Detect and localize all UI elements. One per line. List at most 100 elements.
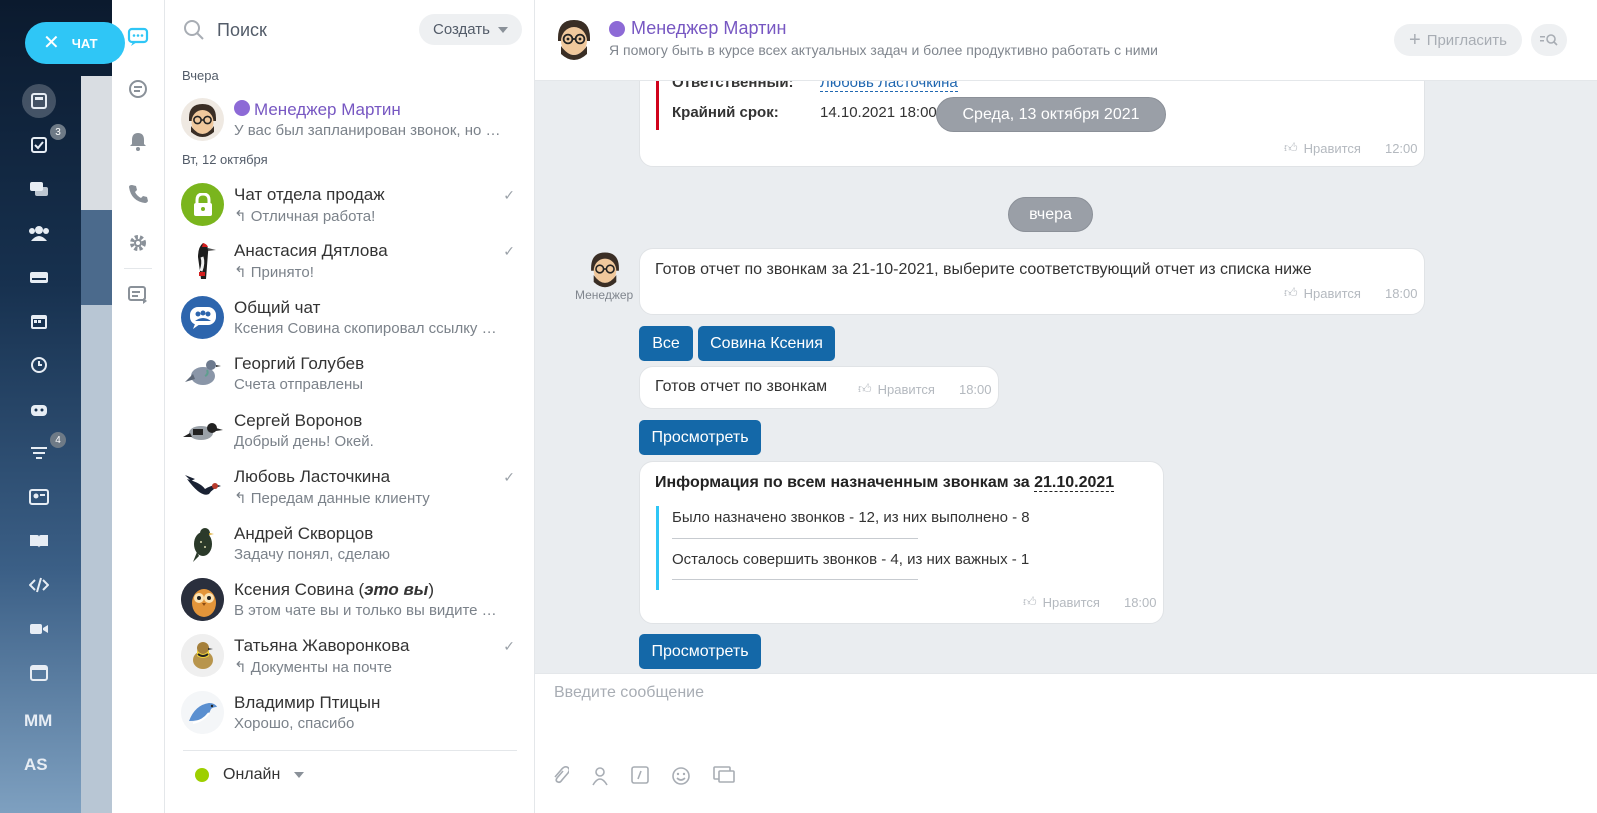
chat-item-anastasia[interactable]: Анастасия Дятлова ↰ Принято! ✓ [165,233,535,289]
sidebar-calendar-icon[interactable] [22,304,56,338]
chat-item-general[interactable]: Общий чат Ксения Совина скопировал ссылк… [165,290,535,346]
close-chat-button[interactable]: ✕ ЧАТ [25,22,125,64]
chat-item-georgiy[interactable]: Георгий Голубев Счета отправлены [165,346,535,402]
chat-item-lyubov[interactable]: Любовь Ласточкина ↰ Передам данные клиен… [165,459,535,515]
sidebar-tasks-icon[interactable]: 3 [22,124,66,162]
sidebar-drive-icon[interactable] [22,260,56,294]
paperclip-icon[interactable] [551,766,571,791]
like-button[interactable]: Нравится [1304,286,1361,301]
like-icon[interactable]: 👍︎ [1023,594,1037,610]
openlines-icon[interactable] [125,76,151,102]
settings-gear-icon[interactable] [125,230,151,256]
screen-share-icon[interactable] [713,766,735,791]
sidebar-code-icon[interactable] [22,568,56,602]
create-button[interactable]: Создать [419,14,522,45]
sidebar-robot-icon[interactable] [22,392,56,426]
like-button[interactable]: Нравится [1043,595,1100,610]
tasks-count-badge: 3 [50,124,66,140]
bot-icon [609,20,625,37]
chat-item-name: Общий чат [234,298,321,317]
chat-item-name: Георгий Голубев [234,354,365,373]
report-card-message: Информация по всем назначенным звонкам з… [639,461,1164,624]
status-selector[interactable]: Онлайн [195,766,305,784]
sidebar-contacts-icon[interactable] [22,480,56,514]
deadline-label: Крайний срок: [672,104,779,121]
report-line: Было назначено звонков - 12, из них выпо… [672,509,1030,526]
reply-icon: ↰ [234,208,251,225]
like-button[interactable]: Нравится [1304,141,1361,156]
phone-icon[interactable] [125,180,151,206]
swallow-avatar [181,465,224,508]
message-bubble: Готов отчет по звонкам за 21-10-2021, вы… [639,248,1425,315]
notifications-icon[interactable] [125,128,151,154]
like-button[interactable]: Нравится [878,382,935,397]
responsible-link[interactable]: Любовь Ласточкина [820,81,958,92]
chat-item-last-message: ↰ Передам данные клиенту [234,490,430,507]
message-bubble: Готов отчет по звонкам 👍︎ Нравится 18:00 [639,366,999,409]
background-page-strip [81,76,112,210]
message-time: 18:00 [958,381,992,397]
view-report-button[interactable]: Просмотреть [639,420,761,455]
user-icon[interactable] [591,766,609,791]
chat-item-vladimir[interactable]: Владимир Птицын Хорошо, спасибо [165,685,535,741]
keyboard-button-sovina[interactable]: Совина Ксения [698,326,835,361]
sidebar-item-as[interactable]: AS [24,755,48,775]
message-composer[interactable]: Введите сообщение [535,673,1597,813]
chat-item-andrey[interactable]: Андрей Скворцов Задачу понял, сделаю [165,516,535,572]
chat-item-last-message: Задачу понял, сделаю [234,546,391,563]
date-separator: вчера [1008,197,1093,232]
messenger-nav [112,0,165,813]
keyboard-button-all[interactable]: Все [639,326,693,361]
like-icon[interactable]: 👍︎ [1284,140,1298,156]
format-icon[interactable] [631,766,649,791]
sidebar-chat-icon[interactable] [22,172,56,206]
chat-item-self[interactable]: Ксения Совина (это вы) В этом чате вы и … [165,572,535,628]
sidebar-item-mm[interactable]: MM [24,711,52,731]
chat-item-sales-chat[interactable]: Чат отдела продаж ↰ Отличная работа! ✓ [165,177,535,233]
date-separator: Среда, 13 октября 2021 [936,97,1166,132]
search-in-chat-button[interactable] [1531,24,1567,56]
lock-avatar-icon [181,183,224,226]
like-icon[interactable]: 👍︎ [1284,285,1298,301]
like-icon[interactable]: 👍︎ [858,381,872,397]
market-icon[interactable] [125,282,151,308]
sidebar-time-icon[interactable] [22,348,56,382]
chats-tab-icon[interactable] [125,24,151,50]
task-card-accent [656,81,659,130]
sidebar-employees-icon[interactable] [22,216,56,250]
woodpecker-avatar [181,239,224,282]
like-row: 👍︎ Нравится 18:00 [1284,285,1418,301]
smile-icon[interactable] [671,766,691,791]
message-author-avatar[interactable] [586,249,624,289]
report-line: Осталось совершить звонков - 4, из них в… [672,551,1030,568]
feed-count-badge: 4 [50,432,66,448]
chat-item-name: Менеджер Мартин [234,100,519,120]
report-date: 21.10.2021 [1034,474,1115,492]
chat-item-tatyana[interactable]: Татьяна Жаворонкова ↰ Документы на почте… [165,628,535,684]
divider [124,268,152,269]
chat-item-sergey[interactable]: Сергей Воронов Добрый день! Окей. [165,403,535,459]
view-report-button[interactable]: Просмотреть [639,634,761,669]
pigeon-avatar [181,352,224,395]
chevron-down-icon [294,772,305,778]
chat-item-name: Татьяна Жаворонкова [234,636,410,655]
chat-item-manager-martin[interactable]: Менеджер Мартин У вас был запланирован з… [165,92,535,148]
search-field[interactable]: Поиск [183,12,267,48]
bot-avatar[interactable] [553,16,595,62]
create-label: Создать [432,21,490,38]
sidebar-funnel-icon[interactable]: 4 [22,432,66,470]
sidebar-knowledge-icon[interactable] [22,524,56,558]
message-time: 18:00 [1123,594,1157,610]
lark-avatar [181,634,224,677]
bluebird-avatar [181,691,224,734]
sidebar-video-icon[interactable] [22,612,56,646]
sidebar-feed-icon[interactable] [22,84,56,118]
sidebar-window-icon[interactable] [22,656,56,690]
invite-button[interactable]: + Пригласить [1394,24,1522,56]
chat-item-last-message: ↰ Принято! [234,264,314,281]
message-input[interactable]: Введите сообщение [554,684,704,702]
chevron-down-icon [498,26,508,33]
search-input[interactable]: Поиск [217,20,267,41]
chat-item-last-message: Ксения Совина скопировал ссылку … [234,320,497,337]
starling-avatar [181,522,224,565]
